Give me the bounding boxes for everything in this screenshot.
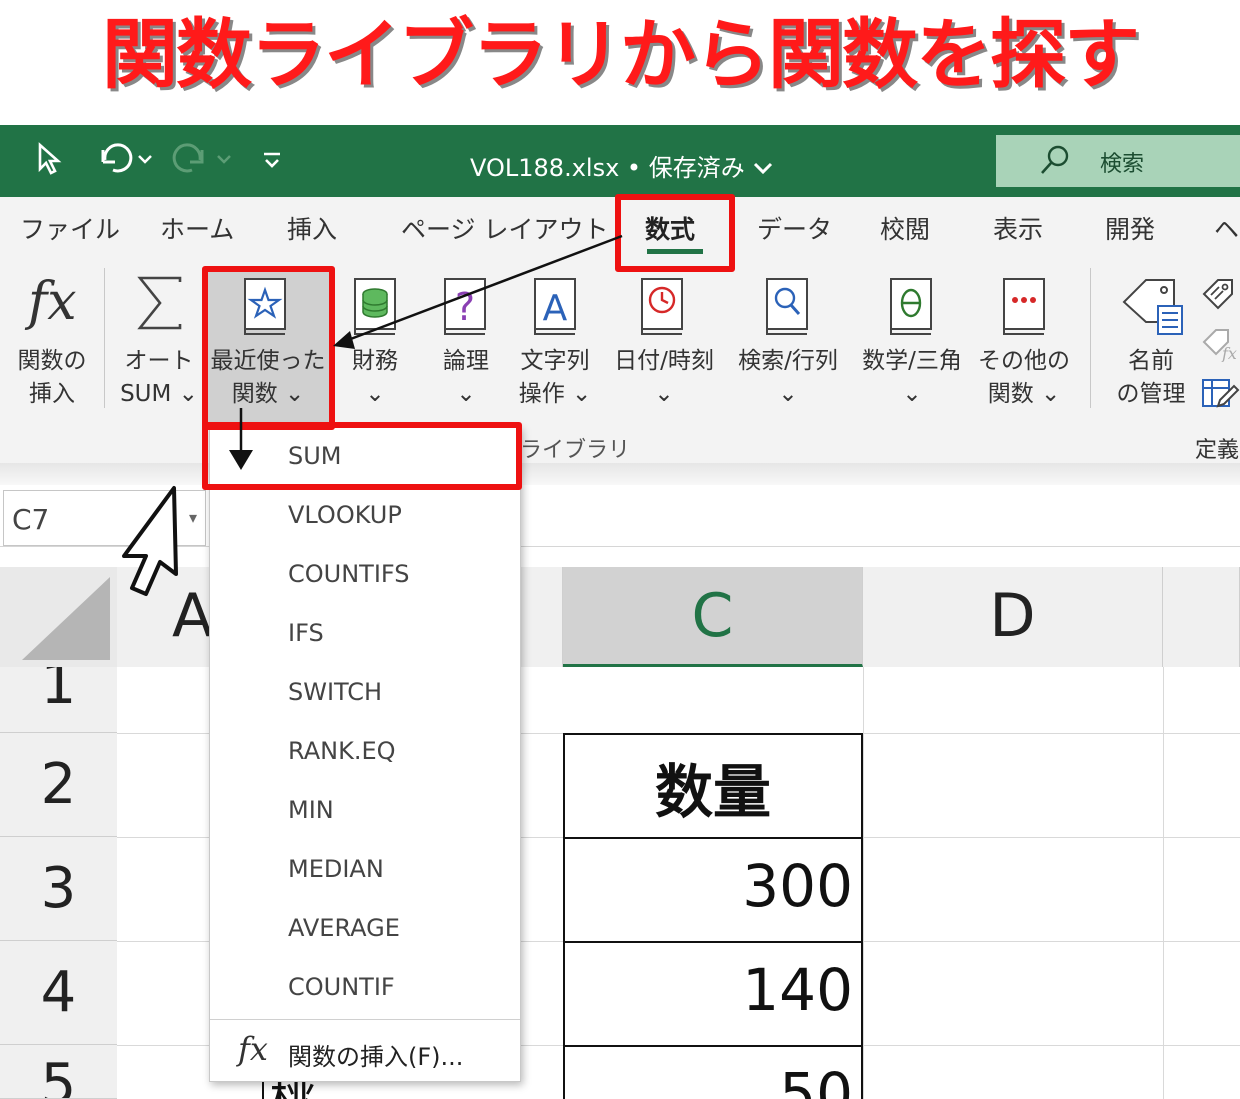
mouse-pointer-icon <box>104 482 194 616</box>
